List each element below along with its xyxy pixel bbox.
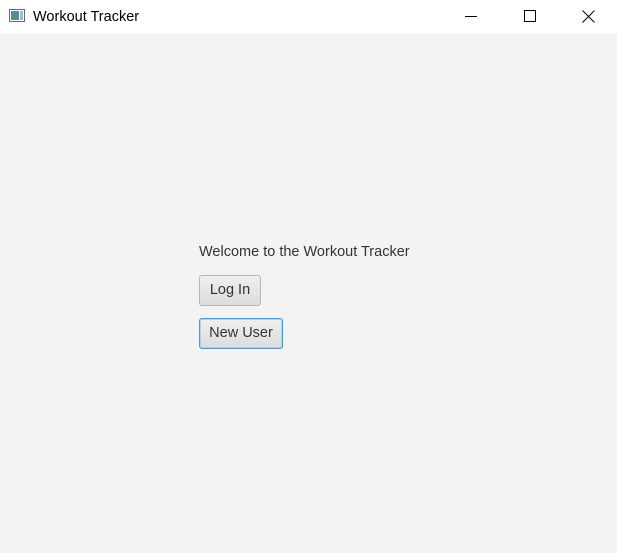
maximize-button[interactable] xyxy=(501,0,559,32)
maximize-icon xyxy=(524,10,536,22)
minimize-icon xyxy=(465,10,477,22)
welcome-label: Welcome to the Workout Tracker xyxy=(199,244,410,260)
window-title: Workout Tracker xyxy=(33,9,140,25)
new-user-button[interactable]: New User xyxy=(199,318,283,349)
minimize-button[interactable] xyxy=(442,0,500,32)
close-icon xyxy=(581,9,595,23)
title-bar[interactable]: Workout Tracker xyxy=(0,0,617,34)
log-in-button[interactable]: Log In xyxy=(199,275,261,306)
close-button[interactable] xyxy=(559,0,617,32)
main-content: Welcome to the Workout Tracker Log In Ne… xyxy=(0,34,617,553)
app-icon xyxy=(9,9,25,22)
